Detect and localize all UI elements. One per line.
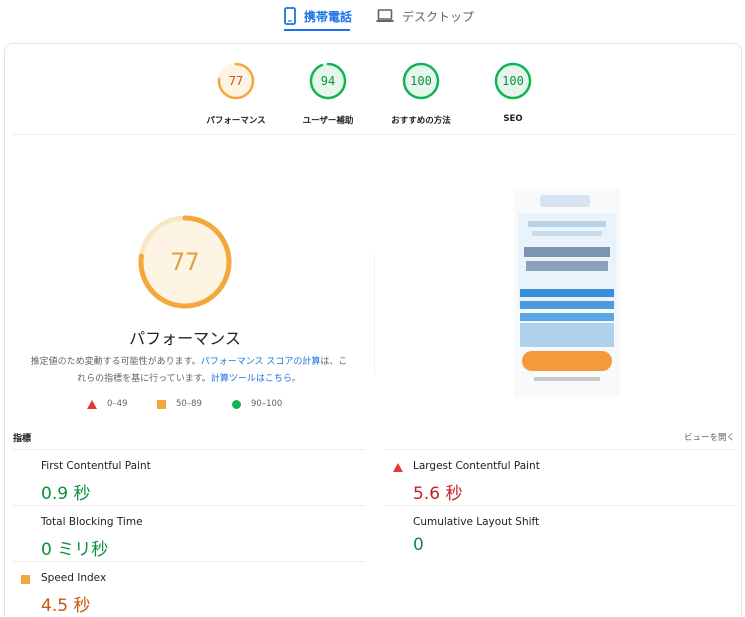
performance-title: パフォーマンス [129, 329, 241, 348]
metric-name: First Contentful Paint [41, 460, 151, 472]
category-label: パフォーマンス [206, 116, 266, 126]
square-icon [157, 399, 166, 409]
legend-label: 90–100 [251, 399, 283, 409]
description-text: 。 [291, 374, 301, 384]
logo-image [540, 195, 590, 207]
page-screenshot-thumbnail [514, 189, 620, 397]
hero-heading-block [524, 247, 610, 257]
category-label: SEO [503, 114, 523, 124]
cta-button-preview [522, 351, 612, 371]
hero-text-block [532, 231, 602, 236]
score-value: 94 [320, 74, 336, 88]
metric-speed-index: Speed Index 4.5 秒 [13, 567, 353, 617]
device-tabs: 携帯電話 デスクトップ [0, 0, 745, 32]
calculator-link[interactable]: 計算ツールはこちら [211, 374, 292, 384]
report-card: 77 パフォーマンス 94 ユーザー補助 100 おすすめの方法 100 SEO… [4, 43, 742, 617]
score-gauge: 77 [217, 62, 255, 100]
divider [13, 561, 365, 562]
legend-average: 50–89 [157, 399, 202, 409]
divider [385, 505, 735, 506]
divider [13, 449, 365, 450]
info-bar [520, 301, 614, 309]
tab-desktop-label: デスクトップ [402, 9, 475, 24]
score-gauge: 100 [402, 62, 440, 100]
metrics-title: 指標 [13, 434, 32, 444]
metric-value: 0 ミリ秒 [41, 540, 109, 560]
score-gauge: 100 [494, 62, 532, 100]
legend-good: 90–100 [232, 399, 282, 409]
smartphone-icon [284, 7, 296, 25]
metric-name: Largest Contentful Paint [413, 460, 540, 472]
score-calculation-link[interactable]: パフォーマンス スコアの計算 [201, 357, 321, 367]
category-best-practices[interactable]: 100 おすすめの方法 [371, 62, 471, 126]
info-bar [520, 289, 614, 297]
score-legend: 0–49 50–89 90–100 [87, 399, 297, 413]
poor-triangle-icon [393, 463, 403, 472]
circle-icon [232, 399, 241, 409]
tab-mobile[interactable]: 携帯電話 [284, 2, 352, 30]
description-text: 推定値のため変動する可能性があります。 [30, 357, 201, 367]
tab-mobile-label: 携帯電話 [304, 9, 353, 24]
divider [385, 449, 735, 450]
category-seo[interactable]: 100 SEO [463, 62, 563, 124]
score-gauge: 94 [309, 62, 347, 100]
hero-heading-block [526, 261, 608, 271]
metric-cls: Cumulative Layout Shift 0 [385, 511, 725, 565]
divider [13, 134, 735, 135]
info-bar [520, 313, 614, 321]
metric-value: 0.9 秒 [41, 484, 91, 504]
legend-label: 50–89 [176, 399, 202, 409]
vertical-divider [374, 254, 375, 374]
score-value: 77 [228, 74, 244, 88]
divider [13, 505, 365, 506]
metric-value: 5.6 秒 [413, 484, 463, 504]
legend-label: 0–49 [107, 399, 128, 409]
performance-gauge: 77 [135, 212, 235, 312]
hero-text-block [528, 221, 606, 227]
metric-value: 0 [413, 535, 424, 555]
metric-value: 4.5 秒 [41, 596, 91, 616]
category-label: おすすめの方法 [391, 116, 451, 126]
metric-tbt: Total Blocking Time 0 ミリ秒 [13, 511, 353, 565]
category-performance[interactable]: 77 パフォーマンス [186, 62, 286, 126]
score-value: 100 [502, 74, 524, 88]
laptop-icon [376, 9, 394, 23]
metric-name: Cumulative Layout Shift [413, 516, 540, 528]
legend-poor: 0–49 [87, 399, 127, 409]
tab-desktop[interactable]: デスクトップ [376, 2, 474, 30]
image-area [520, 323, 614, 347]
active-tab-indicator [284, 29, 350, 31]
metric-name: Speed Index [41, 572, 107, 584]
category-accessibility[interactable]: 94 ユーザー補助 [278, 62, 378, 126]
metrics-header: 指標 ビューを開く [13, 429, 735, 449]
metric-lcp: Largest Contentful Paint 5.6 秒 [385, 455, 725, 509]
performance-score: 77 [170, 248, 200, 276]
category-label: ユーザー補助 [302, 116, 354, 126]
triangle-icon [87, 399, 97, 409]
performance-description: 推定値のため変動する可能性があります。パフォーマンス スコアの計算は、これらの指… [29, 354, 349, 388]
expand-view-toggle[interactable]: ビューを開く [684, 431, 735, 443]
metric-fcp: First Contentful Paint 0.9 秒 [13, 455, 353, 509]
footer-text-block [534, 377, 600, 381]
metric-name: Total Blocking Time [41, 516, 143, 528]
average-square-icon [21, 575, 30, 584]
score-value: 100 [410, 74, 432, 88]
